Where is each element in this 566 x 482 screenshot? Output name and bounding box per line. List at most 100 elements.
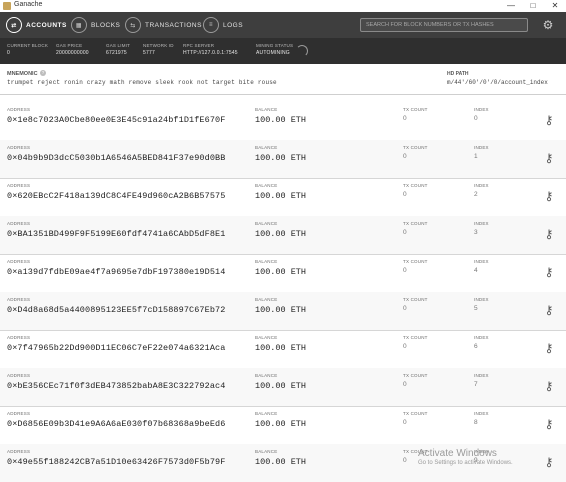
account-index: 2 (474, 191, 478, 198)
maximize-button[interactable]: □ (522, 0, 544, 12)
account-index: 4 (474, 267, 478, 274)
account-address: 0×49e55f188242CB7a51D10e63426F7573d0F5b7… (7, 457, 226, 467)
key-icon[interactable]: ⚷ (542, 227, 556, 241)
address-label: ADDRESS (7, 183, 31, 188)
account-row: ADDRESS 0×7f47965b22Dd900D11EC06C7eF22e0… (0, 330, 566, 369)
nav-transactions[interactable]: ⇆ TRANSACTIONS (125, 15, 202, 35)
account-tx-count: 0 (403, 343, 407, 350)
windows-watermark: Activate Windows Go to Settings to activ… (418, 448, 513, 466)
address-label: ADDRESS (7, 145, 31, 150)
tx-count-label: TX COUNT (403, 411, 428, 416)
logs-icon: ≡ (203, 17, 219, 33)
account-tx-count: 0 (403, 419, 407, 426)
account-address: 0×04b9b9D3dcC5030b1A6546A5BED841F37e90d0… (7, 153, 226, 163)
tx-count-label: TX COUNT (403, 259, 428, 264)
index-label: INDEX (474, 335, 489, 340)
account-tx-count: 0 (403, 457, 407, 464)
key-icon[interactable]: ⚷ (542, 455, 556, 469)
key-icon[interactable]: ⚷ (542, 151, 556, 165)
address-label: ADDRESS (7, 449, 31, 454)
account-address: 0×BA1351BD499F9F5199E60fdf4741a6CAbD5dF8… (7, 229, 226, 239)
address-label: ADDRESS (7, 411, 31, 416)
account-address: 0×620EBcC2F418a139dC8C4FE49d960cA2B6B575… (7, 191, 226, 201)
stat-value: 6721975 (106, 50, 127, 56)
accounts-icon: ⇄ (6, 17, 22, 33)
index-label: INDEX (474, 107, 489, 112)
key-icon[interactable]: ⚷ (542, 417, 556, 431)
account-balance: 100.00 ETH (255, 153, 307, 163)
minimize-button[interactable]: — (500, 0, 522, 12)
account-row: ADDRESS 0×D6856E09b3D41e9A6A6aE030f07b68… (0, 406, 566, 445)
stat-value: 5777 (143, 50, 155, 56)
balance-label: BALANCE (255, 335, 278, 340)
stat-label: GAS PRICE (56, 43, 83, 48)
address-label: ADDRESS (7, 259, 31, 264)
account-balance: 100.00 ETH (255, 267, 307, 277)
gear-icon[interactable]: ⚙ (541, 18, 555, 32)
index-label: INDEX (474, 221, 489, 226)
help-icon[interactable]: ? (40, 70, 46, 76)
key-icon[interactable]: ⚷ (542, 341, 556, 355)
key-icon[interactable]: ⚷ (542, 113, 556, 127)
search-input[interactable] (360, 18, 528, 32)
stat-value: AUTOMINING (256, 50, 290, 56)
account-row: ADDRESS 0×D4d8a68d5a4400895123EE5f7cD158… (0, 292, 566, 331)
address-label: ADDRESS (7, 335, 31, 340)
account-balance: 100.00 ETH (255, 419, 307, 429)
account-row: ADDRESS 0×620EBcC2F418a139dC8C4FE49d960c… (0, 178, 566, 217)
tx-count-label: TX COUNT (403, 145, 428, 150)
key-icon[interactable]: ⚷ (542, 303, 556, 317)
key-icon[interactable]: ⚷ (542, 265, 556, 279)
tx-count-label: TX COUNT (403, 297, 428, 302)
index-label: INDEX (474, 183, 489, 188)
stat-label: GAS LIMIT (106, 43, 131, 48)
account-tx-count: 0 (403, 267, 407, 274)
mining-spinner-icon (296, 45, 308, 57)
nav-logs[interactable]: ≡ LOGS (203, 15, 243, 35)
address-label: ADDRESS (7, 221, 31, 226)
hd-path-label: HD PATH (447, 71, 469, 77)
balance-label: BALANCE (255, 221, 278, 226)
key-icon[interactable]: ⚷ (542, 189, 556, 203)
top-nav: ⇄ ACCOUNTS ▦ BLOCKS ⇆ TRANSACTIONS ≡ LOG… (0, 12, 566, 38)
window-title: Ganache (14, 1, 43, 8)
tx-count-label: TX COUNT (403, 183, 428, 188)
account-balance: 100.00 ETH (255, 191, 307, 201)
stat-label: MINING STATUS (256, 43, 294, 48)
account-row: ADDRESS 0×04b9b9D3dcC5030b1A6546A5BED841… (0, 140, 566, 179)
mnemonic-label: MNEMONIC (7, 71, 38, 77)
stat-value: 0 (7, 50, 10, 56)
account-index: 8 (474, 419, 478, 426)
ganache-logo-icon (3, 2, 11, 10)
index-label: INDEX (474, 297, 489, 302)
account-row: ADDRESS 0×BA1351BD499F9F5199E60fdf4741a6… (0, 216, 566, 255)
index-label: INDEX (474, 411, 489, 416)
close-button[interactable]: ✕ (544, 0, 566, 12)
tx-count-label: TX COUNT (403, 107, 428, 112)
nav-accounts-label: ACCOUNTS (26, 21, 67, 29)
balance-label: BALANCE (255, 373, 278, 378)
tx-count-label: TX COUNT (403, 373, 428, 378)
account-balance: 100.00 ETH (255, 381, 307, 391)
stat-current-block: CURRENT BLOCK 0 (7, 43, 48, 56)
account-row: ADDRESS 0×a139d7fdbE09ae4f7a9695e7dbF197… (0, 254, 566, 293)
key-icon[interactable]: ⚷ (542, 379, 556, 393)
nav-accounts[interactable]: ⇄ ACCOUNTS (6, 15, 67, 35)
stat-label: RPC SERVER (183, 43, 215, 48)
account-address: 0×bE356CEc71f0f3dEB473852babA8E3C322792a… (7, 381, 226, 391)
account-balance: 100.00 ETH (255, 305, 307, 315)
account-row: ADDRESS 0×bE356CEc71f0f3dEB473852babA8E3… (0, 368, 566, 407)
nav-blocks[interactable]: ▦ BLOCKS (71, 15, 120, 35)
address-label: ADDRESS (7, 107, 31, 112)
account-address: 0×D6856E09b3D41e9A6A6aE030f07b68368a9beE… (7, 419, 226, 429)
account-address: 0×a139d7fdbE09ae4f7a9695e7dbF197380e19D5… (7, 267, 226, 277)
nav-blocks-label: BLOCKS (91, 21, 121, 29)
account-tx-count: 0 (403, 381, 407, 388)
index-label: INDEX (474, 373, 489, 378)
stat-network-id: NETWORK ID 5777 (143, 43, 174, 56)
account-index: 7 (474, 381, 478, 388)
account-row: ADDRESS 0×1e8c7023A0Cbe80ee0E3E45c91a24b… (0, 102, 566, 141)
stat-value: HTTP://127.0.0.1:7545 (183, 50, 238, 56)
mnemonic-words: trumpet reject ronin crazy math remove s… (7, 79, 277, 86)
address-label: ADDRESS (7, 373, 31, 378)
